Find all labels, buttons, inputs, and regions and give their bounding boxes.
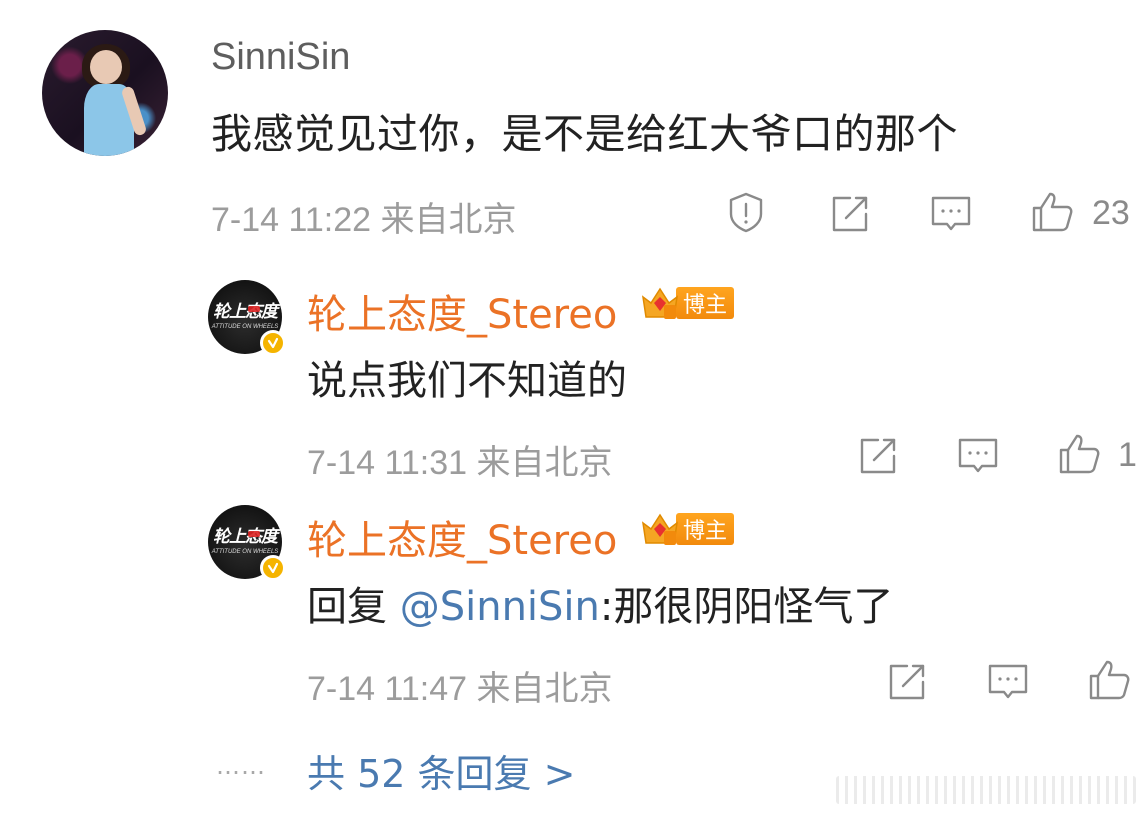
repost-icon[interactable]: [856, 434, 900, 478]
reply-meta: 7-14 11:31 来自北京: [307, 435, 613, 484]
badge-label: 博主: [676, 287, 735, 319]
report-icon[interactable]: [724, 190, 768, 234]
verified-icon: [260, 330, 286, 356]
repost-icon[interactable]: [828, 192, 872, 236]
reply-username[interactable]: 轮上态度_Stereo: [307, 282, 617, 340]
blogger-badge: 博主: [640, 283, 735, 323]
reply-location: 来自北京: [476, 444, 613, 482]
more-dots: ……: [216, 752, 266, 780]
crown-icon: [640, 509, 680, 549]
reply-body: :那很阴阳怪气了: [599, 584, 894, 630]
comment-thread: SinniSin 我感觉见过你，是不是给红大爷口的那个 7-14 11:22 来…: [0, 0, 1144, 816]
reply-text: 回复 @SinniSin:那很阴阳怪气了: [307, 574, 893, 632]
watermark: [836, 776, 1136, 804]
reply-username[interactable]: 轮上态度_Stereo: [307, 508, 617, 566]
comment-meta: 7-14 11:22 来自北京: [211, 192, 517, 241]
crown-icon: [640, 283, 680, 323]
blogger-badge: 博主: [640, 509, 735, 549]
comment-username[interactable]: SinniSin: [211, 36, 350, 79]
verified-icon: [260, 555, 286, 581]
badge-label: 博主: [676, 513, 735, 545]
repost-icon[interactable]: [885, 660, 929, 704]
reply-time: 7-14 11:47: [307, 670, 468, 708]
reply-time: 7-14 11:31: [307, 444, 468, 482]
reply-prefix: 回复: [307, 584, 400, 630]
comment-time: 7-14 11:22: [211, 201, 372, 239]
like-count: 23: [1092, 194, 1130, 232]
more-replies-link[interactable]: 共 52 条回复 >: [307, 743, 575, 798]
comment-icon[interactable]: [929, 192, 973, 236]
reply-text: 说点我们不知道的: [307, 358, 627, 404]
reply-avatar[interactable]: 轮上态度 ATTITUDE ON WHEELS: [208, 505, 286, 581]
like-icon[interactable]: [1030, 190, 1074, 234]
like-count: 1: [1118, 436, 1137, 474]
comment-text: 我感觉见过你，是不是给红大爷口的那个: [211, 110, 958, 158]
comment-icon[interactable]: [986, 660, 1030, 704]
comment-icon[interactable]: [956, 434, 1000, 478]
avatar[interactable]: [42, 30, 168, 156]
reply-meta: 7-14 11:47 来自北京: [307, 661, 613, 710]
like-icon[interactable]: [1057, 432, 1101, 476]
reply-location: 来自北京: [476, 670, 613, 708]
reply-avatar[interactable]: 轮上态度 ATTITUDE ON WHEELS: [208, 280, 286, 356]
mention-link[interactable]: @SinniSin: [400, 584, 600, 630]
comment-location: 来自北京: [380, 201, 517, 239]
like-icon[interactable]: [1087, 658, 1131, 702]
